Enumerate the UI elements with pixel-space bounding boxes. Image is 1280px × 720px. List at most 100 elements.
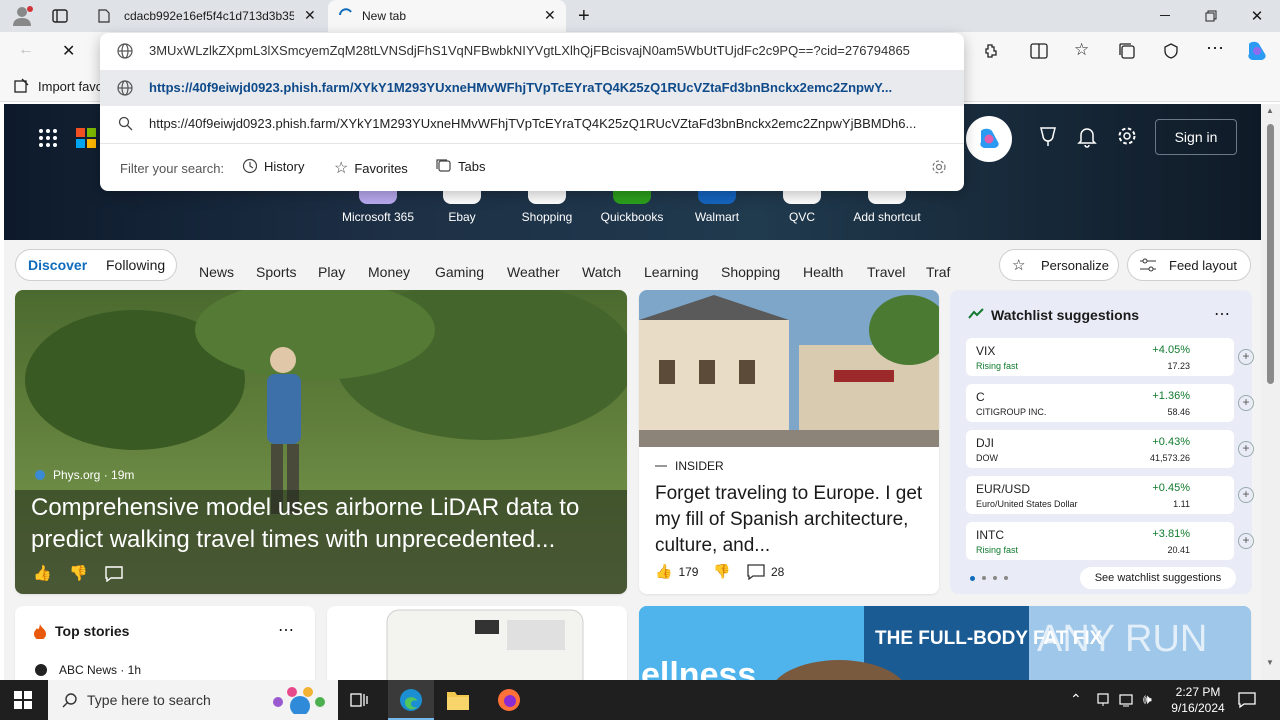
nav-play[interactable]: Play: [318, 264, 345, 280]
like-icon[interactable]: 👍: [33, 564, 52, 582]
nav-health[interactable]: Health: [803, 264, 843, 280]
sewing-machine-card[interactable]: [327, 606, 627, 680]
comment-button[interactable]: 28: [747, 564, 784, 580]
stock-row[interactable]: EUR/USD Euro/United States Dollar +0.45%…: [966, 476, 1254, 514]
back-icon[interactable]: ←: [18, 41, 34, 59]
network-icon[interactable]: [1119, 692, 1135, 708]
nav-sports[interactable]: Sports: [256, 264, 296, 280]
new-tab-icon[interactable]: +: [578, 5, 590, 28]
import-favorites-label: Import favo: [38, 78, 104, 94]
nav-weather[interactable]: Weather: [507, 264, 560, 280]
sign-in-button[interactable]: Sign in: [1155, 119, 1237, 155]
comment-icon: [747, 564, 765, 580]
favorites-icon[interactable]: ☆: [1074, 40, 1089, 60]
add-icon[interactable]: +: [1238, 395, 1254, 411]
dislike-icon[interactable]: 👎: [713, 563, 730, 580]
add-icon[interactable]: +: [1238, 441, 1254, 457]
chevron-up-icon[interactable]: ⌃: [1070, 691, 1082, 708]
scrollbar-thumb[interactable]: [1267, 124, 1274, 384]
extensions-icon[interactable]: [982, 42, 1000, 60]
minimize-icon[interactable]: [1142, 0, 1188, 32]
insider-story-card[interactable]: INSIDER Forget traveling to Europe. I ge…: [639, 290, 939, 594]
filter-favorites[interactable]: ☆ Favorites: [334, 158, 408, 178]
personalize-button[interactable]: ☆ Personalize: [999, 249, 1119, 281]
copilot-button[interactable]: [966, 116, 1012, 162]
stock-row[interactable]: DJI DOW +0.43% 41,573.26 +: [966, 430, 1254, 468]
browser-essentials-icon[interactable]: [1162, 42, 1180, 60]
close-icon[interactable]: ✕: [544, 7, 556, 24]
main-story-card[interactable]: Phys.org · 19m Comprehensive model uses …: [15, 290, 627, 594]
notification-center-icon[interactable]: [1238, 691, 1256, 709]
windows-start-icon[interactable]: [14, 691, 32, 709]
nav-shopping[interactable]: Shopping: [721, 264, 780, 280]
like-button[interactable]: 👍 179: [655, 563, 698, 580]
story-source: INSIDER: [655, 459, 724, 473]
profile-icon[interactable]: [12, 6, 34, 26]
stop-icon[interactable]: ✕: [62, 41, 75, 61]
stock-row[interactable]: VIX Rising fast +4.05% 17.23 +: [966, 338, 1254, 376]
carousel-dots[interactable]: [970, 576, 1008, 581]
import-favorites[interactable]: Import favo: [14, 78, 103, 94]
story-image: [639, 290, 939, 447]
address-input[interactable]: 3MUxWLzlkZXpmL3lXSmcyemZqM28tLVNSdjFhS1V…: [149, 43, 951, 58]
tab-1[interactable]: cdacb992e16ef5f4c1d713d3b35a1 ✕: [90, 0, 326, 32]
volume-icon[interactable]: 🕪: [1143, 691, 1152, 708]
task-view-icon[interactable]: [350, 691, 368, 709]
notifications-icon[interactable]: [1077, 126, 1097, 148]
close-icon[interactable]: ✕: [304, 7, 316, 24]
nav-travel[interactable]: Travel: [867, 264, 905, 280]
microsoft-logo-icon[interactable]: [76, 128, 96, 148]
nav-traffic[interactable]: Traf: [926, 264, 950, 280]
story-title[interactable]: Comprehensive model uses airborne LiDAR …: [31, 492, 611, 556]
window-close-icon[interactable]: ✕: [1234, 0, 1280, 32]
address-bar[interactable]: 3MUxWLzlkZXpmL3lXSmcyemZqM28tLVNSdjFhS1V…: [100, 33, 964, 69]
nav-learning[interactable]: Learning: [644, 264, 699, 280]
split-screen-icon[interactable]: [1030, 42, 1048, 60]
add-icon[interactable]: +: [1238, 533, 1254, 549]
more-icon[interactable]: ⋯: [278, 620, 294, 640]
shortcut-label: Walmart: [694, 210, 740, 224]
collections-icon[interactable]: [1118, 42, 1136, 60]
firefox-icon[interactable]: [497, 688, 521, 712]
tab-2[interactable]: New tab ✕: [328, 0, 566, 32]
rewards-icon[interactable]: [1038, 126, 1058, 148]
feed-layout-button[interactable]: Feed layout: [1127, 249, 1251, 281]
settings-icon[interactable]: [931, 159, 947, 175]
settings-icon[interactable]: [1117, 126, 1137, 146]
suggestion-search[interactable]: https://40f9eiwjd0923.phish.farm/XYkY1M2…: [100, 106, 964, 142]
suggestion-url[interactable]: https://40f9eiwjd0923.phish.farm/XYkY1M2…: [100, 70, 964, 106]
stock-row[interactable]: C CITIGROUP INC. +1.36% 58.46 +: [966, 384, 1254, 422]
filter-history[interactable]: History: [242, 158, 304, 174]
tab-discover[interactable]: Discover: [28, 257, 87, 273]
taskbar-edge[interactable]: [388, 680, 434, 720]
nav-gaming[interactable]: Gaming: [435, 264, 484, 280]
clock[interactable]: 2:27 PM 9/16/2024: [1162, 684, 1234, 716]
stock-price: 20.41: [1167, 545, 1190, 555]
tab-actions-icon[interactable]: [52, 8, 68, 24]
story-title[interactable]: Forget traveling to Europe. I get my fil…: [655, 481, 927, 559]
nav-watch[interactable]: Watch: [582, 264, 621, 280]
taskbar-search[interactable]: Type here to search: [48, 680, 338, 720]
restore-icon[interactable]: [1188, 0, 1234, 32]
stock-change: +0.45%: [1152, 482, 1190, 494]
more-icon[interactable]: ⋯: [1206, 38, 1224, 59]
stock-row[interactable]: INTC Rising fast +3.81% 20.41 +: [966, 522, 1254, 560]
watermark: ANY RUN: [1037, 618, 1208, 660]
add-icon[interactable]: +: [1238, 349, 1254, 365]
dislike-icon[interactable]: 👎: [69, 564, 88, 582]
vertical-scrollbar[interactable]: ▲ ▼: [1261, 104, 1280, 680]
file-explorer-icon[interactable]: [446, 689, 470, 711]
see-watchlist-button[interactable]: See watchlist suggestions: [1080, 567, 1236, 589]
comment-icon[interactable]: [105, 566, 123, 582]
nav-news[interactable]: News: [199, 264, 234, 280]
add-icon[interactable]: +: [1238, 487, 1254, 503]
network-device-icon[interactable]: [1095, 692, 1111, 708]
stock-change: +4.05%: [1152, 344, 1190, 356]
apps-launcher-icon[interactable]: [38, 128, 58, 148]
more-icon[interactable]: ⋯: [1214, 304, 1230, 324]
copilot-icon[interactable]: [1245, 40, 1269, 62]
promo-card[interactable]: THE FULL-BODY FAT FIX ellness ANY RUN: [639, 606, 1251, 680]
filter-tabs[interactable]: Tabs: [436, 158, 485, 174]
nav-money[interactable]: Money: [368, 264, 410, 280]
tab-following[interactable]: Following: [106, 257, 165, 273]
